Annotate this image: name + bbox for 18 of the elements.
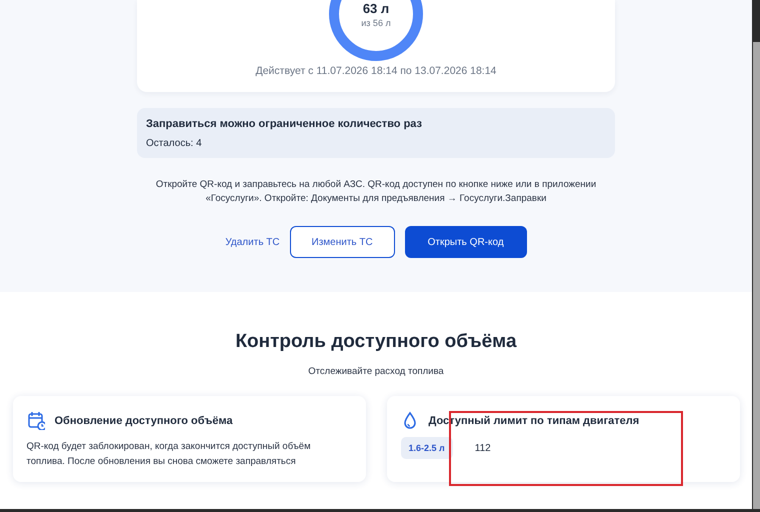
notice-title: Заправиться можно ограниченное количество раз (146, 118, 424, 130)
edit-button[interactable]: Изменить ТС (290, 226, 395, 258)
open-qr-button[interactable]: Открыть QR-код (404, 226, 527, 258)
section-subtitle: Отслеживайте расход топлива (308, 366, 444, 377)
volume-amount: 63 л (362, 1, 390, 16)
card-title: Обновление доступного объёма (54, 414, 233, 426)
remaining-count: Осталось: 4 (146, 138, 203, 149)
calendar-clock-icon (26, 411, 44, 430)
section-title: Контроль доступного объёма (235, 330, 517, 354)
scrollbar[interactable] (752, 0, 760, 509)
engine-tag: 1.6-2.5 л (400, 437, 453, 459)
card-text: QR-код будет заблокирован, когда закончится доступный объём топлива. После обновления вы снова сможете заправляться (26, 440, 312, 469)
delete-link[interactable]: Удалить ТС (225, 226, 280, 258)
instructions-text: Откройте QR-код и заправьтесь на любой АЗС. QR-код доступен по кнопке ниже или в приложении «Госуслуги». Откройте: Документы для предъявления → Госуслуги.Заправки (154, 178, 598, 206)
scrollbar-thumb[interactable] (753, 42, 760, 509)
volume-total: из 56 л (360, 18, 392, 28)
validity-text: Действует с 11.07.2026 18:14 по 13.07.2026 18:14 (256, 65, 496, 77)
limit-value: 112 (474, 442, 491, 454)
